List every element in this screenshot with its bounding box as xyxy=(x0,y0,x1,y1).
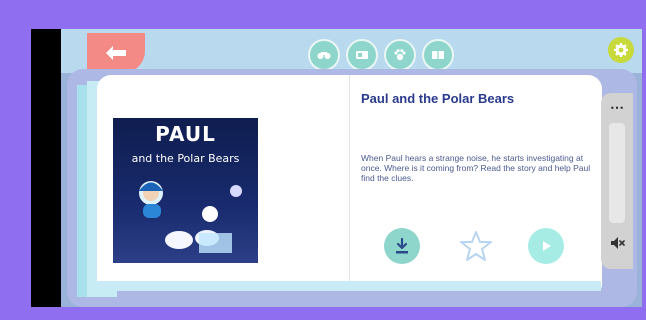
play-icon xyxy=(543,241,551,251)
left-edge xyxy=(31,29,61,307)
book-title: Paul and the Polar Bears xyxy=(361,91,515,106)
back-arrow-icon xyxy=(106,46,126,60)
download-button[interactable] xyxy=(384,228,420,264)
binoculars-icon xyxy=(317,52,331,59)
mute-icon[interactable] xyxy=(609,235,625,251)
download-icon xyxy=(396,237,408,254)
book-icon xyxy=(432,51,444,59)
top-bar xyxy=(61,29,642,73)
book-cover[interactable]: PAUL and the Polar Bears xyxy=(113,118,258,263)
binoculars-button[interactable] xyxy=(308,39,340,71)
more-icon[interactable]: ⋯ xyxy=(601,99,633,116)
paw-icon xyxy=(394,49,406,61)
star-icon xyxy=(460,231,492,261)
app-frame: PAUL and the Polar Bears Paul and the Po… xyxy=(31,29,642,307)
book-button[interactable] xyxy=(422,39,454,71)
side-panel: ⋯ xyxy=(601,93,633,269)
gear-icon xyxy=(614,43,628,57)
settings-button[interactable] xyxy=(608,37,634,63)
toolbar-icons xyxy=(308,39,454,71)
cover-illustration xyxy=(139,181,242,253)
book-description: When Paul hears a strange noise, he star… xyxy=(361,153,591,183)
paw-button[interactable] xyxy=(384,39,416,71)
side-scrollbar[interactable] xyxy=(609,123,625,223)
favorite-button[interactable] xyxy=(458,228,494,264)
back-button[interactable] xyxy=(87,33,145,73)
video-button[interactable] xyxy=(346,39,378,71)
video-icon xyxy=(356,51,368,59)
play-button[interactable] xyxy=(528,228,564,264)
page-bottom-band xyxy=(97,281,601,291)
